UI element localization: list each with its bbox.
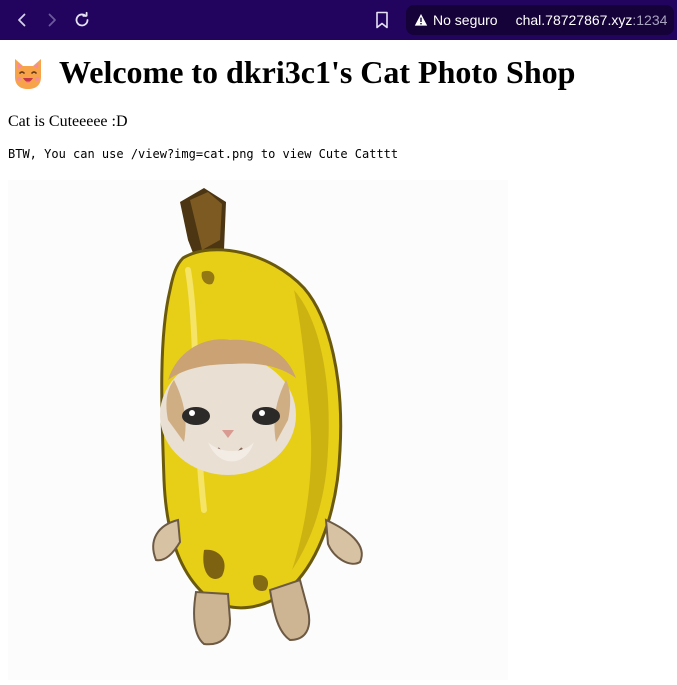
hint-text: BTW, You can use /view?img=cat.png to vi… bbox=[8, 147, 399, 161]
cat-face-emoji-icon bbox=[15, 58, 41, 89]
chevron-left-icon bbox=[18, 13, 26, 27]
url-port[interactable]: :1234 bbox=[632, 12, 667, 28]
intro-text: Cat is Cuteeeee :D bbox=[8, 113, 128, 130]
browser-toolbar: No seguro chal.78727867.xyz :1234 bbox=[0, 0, 677, 40]
url-host[interactable]: chal.78727867.xyz bbox=[516, 12, 633, 28]
bookmark-icon bbox=[376, 11, 388, 29]
warning-triangle-icon bbox=[414, 14, 428, 26]
bookmark-button[interactable] bbox=[370, 8, 394, 32]
banana-cat-illustration bbox=[8, 180, 508, 680]
address-bar[interactable]: No seguro chal.78727867.xyz :1234 bbox=[406, 5, 674, 35]
reload-button[interactable] bbox=[70, 8, 94, 32]
page-title-text: Welcome to dkri3c1's Cat Photo Shop bbox=[59, 54, 576, 90]
back-button[interactable] bbox=[10, 8, 34, 32]
cat-photo-image bbox=[8, 180, 508, 680]
security-status-label[interactable]: No seguro bbox=[433, 12, 498, 28]
forward-button[interactable] bbox=[40, 8, 64, 32]
chevron-right-icon bbox=[48, 13, 56, 27]
page-title: Welcome to dkri3c1's Cat Photo Shop bbox=[10, 54, 575, 91]
reload-icon bbox=[75, 11, 89, 27]
